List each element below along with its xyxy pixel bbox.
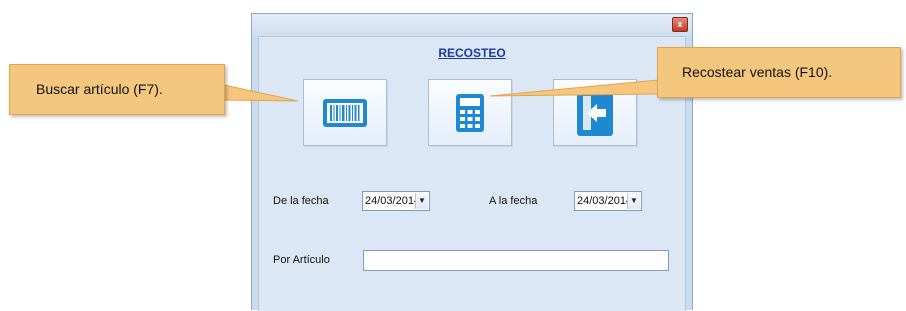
recost-callout-pointer [489,79,659,97]
search-callout-pointer [223,84,299,102]
search-callout: Buscar artículo (F7). [9,64,225,115]
recost-callout-text: Recostear ventas (F10). [682,64,833,80]
recost-callout: Recostear ventas (F10). [657,47,901,98]
search-callout-text: Buscar artículo (F7). [36,81,163,97]
